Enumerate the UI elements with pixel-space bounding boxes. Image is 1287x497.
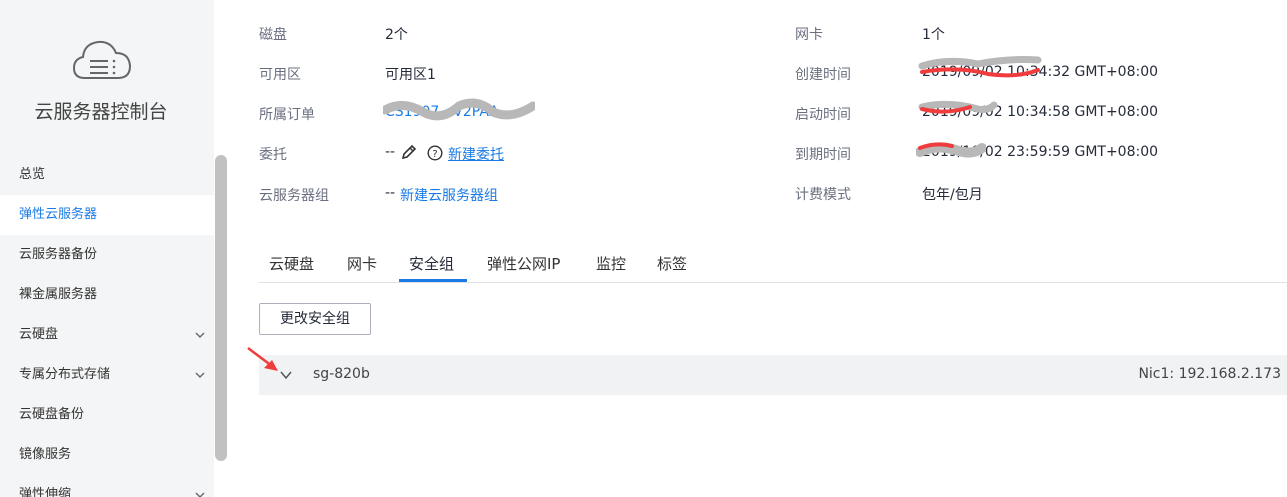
billing-label: 计费模式 (795, 187, 851, 203)
change-security-group-button[interactable]: 更改安全组 (259, 303, 371, 335)
redaction-scribble (383, 98, 535, 121)
svg-text:?: ? (432, 149, 437, 160)
help-icon[interactable]: ? (427, 145, 443, 161)
new-server-group-link[interactable]: 新建云服务器组 (400, 185, 498, 205)
sidebar-item-label: 云硬盘 (19, 327, 59, 342)
redaction-scribble (918, 56, 1042, 78)
security-group-name: sg-820b (313, 366, 370, 382)
sidebar-item-label: 弹性云服务器 (19, 207, 98, 222)
sidebar-nav: 总览 弹性云服务器 云服务器备份 裸金属服务器 云硬盘 专属分布式存储 云硬盘备… (0, 155, 214, 497)
billing-value: 包年/包月 (922, 187, 983, 203)
chevron-down-icon (195, 372, 205, 378)
order-label: 所属订单 (259, 107, 315, 123)
started-label: 启动时间 (795, 107, 851, 123)
tab-evs[interactable]: 云硬盘 (269, 253, 314, 274)
sidebar-item-bare-metal[interactable]: 裸金属服务器 (0, 275, 214, 315)
disk-value: 2个 (385, 27, 408, 43)
expires-label: 到期时间 (795, 147, 851, 163)
sidebar-item-label: 云硬盘备份 (19, 407, 85, 422)
cloud-server-icon (72, 40, 132, 79)
sidebar-scrollbar[interactable] (215, 155, 227, 461)
tab-security-group[interactable]: 安全组 (409, 253, 454, 274)
sidebar-item-overview[interactable]: 总览 (0, 155, 214, 195)
tab-tags[interactable]: 标签 (657, 253, 687, 274)
sidebar: 云服务器控制台 总览 弹性云服务器 云服务器备份 裸金属服务器 云硬盘 专属分布… (0, 0, 214, 497)
sidebar-item-evs[interactable]: 云硬盘 (0, 315, 214, 355)
sidebar-item-server-backup[interactable]: 云服务器备份 (0, 235, 214, 275)
console-title: 云服务器控制台 (34, 101, 168, 123)
tab-eip[interactable]: 弹性公网IP (487, 253, 560, 274)
detail-tabs: 云硬盘 网卡 安全组 弹性公网IP 监控 标签 (259, 243, 1287, 283)
redaction-scribble (918, 100, 998, 114)
server-group-value: -- (385, 185, 396, 201)
new-delegation-link[interactable]: 新建委托 (448, 144, 504, 164)
sidebar-item-label: 云服务器备份 (19, 247, 98, 262)
sidebar-item-label: 专属分布式存储 (19, 367, 111, 382)
delegation-value: -- (385, 144, 396, 160)
server-group-label: 云服务器组 (259, 188, 329, 204)
delegation-label: 委托 (259, 147, 287, 163)
tab-nic[interactable]: 网卡 (347, 253, 377, 274)
created-label: 创建时间 (795, 67, 851, 83)
nic-value: 1个 (922, 27, 945, 43)
sidebar-item-ecs[interactable]: 弹性云服务器 (0, 195, 214, 235)
sidebar-item-disk-backup[interactable]: 云硬盘备份 (0, 395, 214, 435)
disk-label: 磁盘 (259, 27, 287, 43)
chevron-down-icon (195, 332, 205, 338)
sidebar-item-label: 裸金属服务器 (19, 287, 98, 302)
sidebar-item-label: 镜像服务 (19, 447, 72, 462)
security-group-nic: Nic1: 192.168.2.173 (1138, 366, 1281, 382)
annotation-arrow-icon (247, 347, 278, 371)
az-value: 可用区1 (385, 67, 436, 83)
edit-icon[interactable] (400, 144, 417, 161)
tab-monitoring[interactable]: 监控 (596, 253, 626, 274)
sidebar-item-dss[interactable]: 专属分布式存储 (0, 355, 214, 395)
redaction-scribble (916, 142, 986, 158)
sidebar-item-label: 总览 (19, 167, 46, 182)
active-tab-indicator (399, 279, 467, 282)
sidebar-item-image-service[interactable]: 镜像服务 (0, 435, 214, 475)
sidebar-item-auto-scaling[interactable]: 弹性伸缩 (0, 475, 214, 497)
sidebar-item-label: 弹性伸缩 (19, 487, 72, 497)
nic-label: 网卡 (795, 27, 823, 43)
az-label: 可用区 (259, 67, 301, 83)
security-group-row[interactable]: sg-820b Nic1: 192.168.2.173 (259, 355, 1287, 395)
chevron-down-icon (195, 492, 205, 497)
